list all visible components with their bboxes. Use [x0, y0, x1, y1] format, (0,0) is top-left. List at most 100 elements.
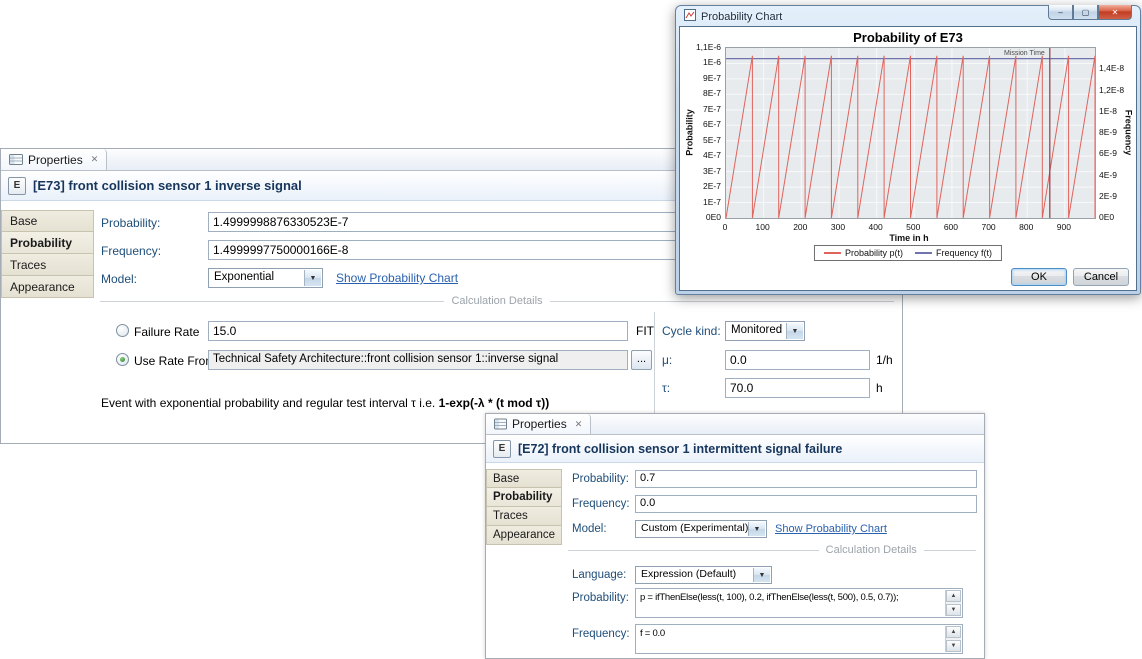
cancel-button[interactable]: Cancel — [1073, 268, 1129, 286]
axis-tick-label: 3E-7 — [680, 166, 721, 176]
plot-area — [725, 47, 1096, 219]
probability-label: Probability: — [572, 473, 629, 485]
dropdown-value: Expression (Default) — [641, 568, 736, 580]
axis-tick-label: 400 — [861, 222, 891, 232]
cycle-kind-dropdown[interactable]: Monitored ▼ — [725, 321, 805, 341]
use-rate-from-label: Use Rate From — [134, 354, 215, 368]
frequency-expression-field[interactable]: f = 0.0 ▲ ▼ — [635, 624, 963, 654]
chart-title: Probability of E73 — [680, 30, 1136, 45]
axis-tick-label: 200 — [785, 222, 815, 232]
axis-tick-label: 6E-9 — [1099, 148, 1137, 158]
model-dropdown[interactable]: Custom (Experimental) ▼ — [635, 520, 767, 538]
properties-view-tab[interactable]: Properties ✕ — [1, 149, 107, 170]
axis-tick-label: 4E-7 — [680, 150, 721, 160]
axis-tick-label: 1E-8 — [1099, 106, 1137, 116]
window-titlebar[interactable]: Probability Chart — [684, 9, 782, 24]
chevron-down-icon: ▼ — [748, 522, 765, 536]
category-tab-list: Base Probability Traces Appearance — [1, 200, 94, 443]
tab-probability[interactable]: Probability — [1, 232, 94, 254]
failure-rate-field[interactable]: 15.0 — [208, 321, 628, 341]
close-icon[interactable]: ✕ — [575, 419, 583, 430]
expression-text: p = ifThenElse(less(t, 100), 0.2, ifThen… — [640, 592, 942, 603]
mu-field[interactable]: 0.0 — [725, 350, 870, 370]
frequency-label: Frequency: — [101, 244, 161, 258]
tab-appearance[interactable]: Appearance — [486, 526, 562, 545]
failure-rate-label: Failure Rate — [134, 325, 199, 339]
failure-rate-radio[interactable] — [116, 324, 129, 337]
use-rate-from-radio[interactable] — [116, 353, 129, 366]
scroll-up-icon[interactable]: ▲ — [946, 590, 961, 602]
axis-tick-label: 8E-7 — [680, 88, 721, 98]
dropdown-value: Exponential — [214, 271, 274, 283]
tab-appearance[interactable]: Appearance — [1, 276, 94, 298]
axis-tick-label: 100 — [748, 222, 778, 232]
event-icon: E — [8, 177, 26, 195]
axis-tick-label: 700 — [974, 222, 1004, 232]
axis-tick-label: 1,1E-6 — [680, 42, 721, 52]
properties-icon — [494, 418, 507, 430]
frequency-expression-label: Frequency: — [572, 628, 630, 640]
axis-tick-label: 6E-7 — [680, 119, 721, 129]
chevron-down-icon: ▼ — [786, 323, 803, 339]
probability-form: Probability: 0.7 Frequency: 0.0 Model: C… — [562, 462, 984, 658]
x-axis-label: Time in h — [859, 233, 959, 243]
axis-tick-label: 2E-7 — [680, 181, 721, 191]
form-header: E [E72] front collision sensor 1 intermi… — [486, 435, 984, 463]
scroll-down-icon[interactable]: ▼ — [946, 604, 961, 616]
language-label: Language: — [572, 569, 626, 581]
ok-button[interactable]: OK — [1011, 268, 1067, 286]
frequency-field[interactable]: 0.0 — [635, 495, 977, 513]
tau-unit-label: h — [876, 381, 883, 395]
tab-traces[interactable]: Traces — [1, 254, 94, 276]
probability-label: Probability: — [101, 216, 160, 230]
show-probability-chart-link[interactable]: Show Probability Chart — [336, 271, 458, 285]
chevron-down-icon: ▼ — [304, 270, 321, 286]
scroll-down-icon[interactable]: ▼ — [946, 640, 961, 652]
chart-legend: Probability p(t) Frequency f(t) — [814, 245, 1002, 261]
fit-unit-label: FIT — [636, 324, 654, 338]
frequency-label: Frequency: — [572, 498, 630, 510]
axis-tick-label: 7E-7 — [680, 104, 721, 114]
field-scrollbar[interactable]: ▲ ▼ — [945, 590, 961, 616]
tab-probability[interactable]: Probability — [486, 488, 562, 507]
probability-expression-label: Probability: — [572, 592, 629, 604]
chart-dialog-body: Probability of E73 Probability Frequency… — [679, 26, 1137, 291]
axis-tick-label: 1E-6 — [680, 57, 721, 67]
model-label: Model: — [101, 272, 137, 286]
maximize-button[interactable]: ▢ — [1073, 5, 1098, 20]
window-controls: – ▢ ✕ — [1048, 5, 1132, 20]
tab-base[interactable]: Base — [486, 469, 562, 488]
tau-field[interactable]: 70.0 — [725, 378, 870, 398]
frequency-series-swatch — [915, 252, 932, 254]
close-button[interactable]: ✕ — [1098, 5, 1132, 20]
browse-button[interactable]: ... — [631, 350, 652, 370]
scroll-up-icon[interactable]: ▲ — [946, 626, 961, 638]
properties-icon — [9, 153, 23, 166]
close-icon[interactable]: ✕ — [91, 154, 99, 165]
probability-expression-field[interactable]: p = ifThenElse(less(t, 100), 0.2, ifThen… — [635, 588, 963, 618]
minimize-button[interactable]: – — [1048, 5, 1073, 20]
model-dropdown[interactable]: Exponential ▼ — [208, 268, 323, 288]
axis-tick-label: 4E-9 — [1099, 170, 1137, 180]
window-title: Probability Chart — [701, 11, 782, 23]
dropdown-value: Monitored — [731, 324, 782, 336]
field-scrollbar[interactable]: ▲ ▼ — [945, 626, 961, 652]
axis-tick-label: 300 — [823, 222, 853, 232]
axis-tick-label: 600 — [936, 222, 966, 232]
tau-label: τ: — [662, 381, 670, 395]
dropdown-value: Custom (Experimental) — [641, 522, 748, 534]
language-dropdown[interactable]: Expression (Default) ▼ — [635, 566, 772, 584]
use-rate-from-field[interactable]: Technical Safety Architecture::front col… — [208, 350, 628, 370]
probability-field[interactable]: 0.7 — [635, 470, 977, 488]
tab-traces[interactable]: Traces — [486, 507, 562, 526]
show-probability-chart-link[interactable]: Show Probability Chart — [775, 523, 887, 535]
event-icon: E — [493, 440, 511, 458]
axis-tick-label: 1,2E-8 — [1099, 85, 1137, 95]
model-description-note: Event with exponential probability and r… — [101, 396, 549, 410]
page-title: [E72] front collision sensor 1 intermitt… — [518, 442, 842, 456]
properties-view-tab[interactable]: Properties ✕ — [486, 414, 591, 434]
tab-base[interactable]: Base — [1, 210, 94, 232]
properties-view-e72: Properties ✕ E [E72] front collision sen… — [485, 413, 985, 659]
axis-tick-label: 2E-9 — [1099, 191, 1137, 201]
legend-probability-label: Probability p(t) — [845, 248, 903, 258]
